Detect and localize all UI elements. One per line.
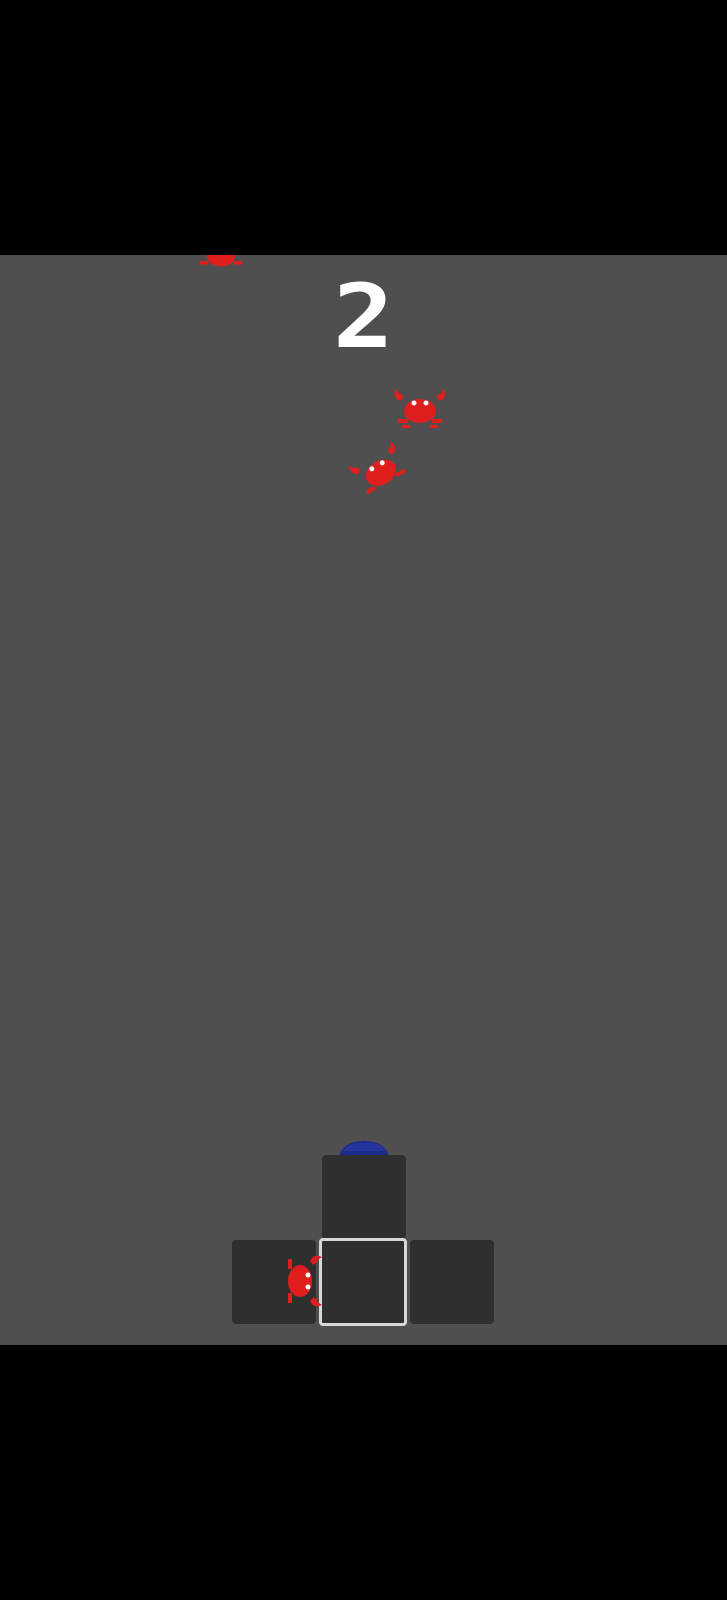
top-letterbox	[0, 0, 727, 255]
playfield[interactable]: 2	[0, 255, 727, 1345]
crab-icon	[199, 255, 243, 267]
score-display: 2	[0, 255, 727, 361]
crab-icon	[349, 441, 407, 495]
score-value: 2	[333, 265, 394, 368]
lane-center-button[interactable]	[319, 1238, 407, 1326]
crab-icon	[288, 1255, 322, 1307]
game-screen: 2	[0, 0, 727, 1600]
player-tile	[322, 1155, 406, 1239]
bottom-letterbox	[0, 1345, 727, 1600]
crab-icon	[394, 389, 446, 428]
lane-right-button[interactable]	[410, 1240, 494, 1324]
